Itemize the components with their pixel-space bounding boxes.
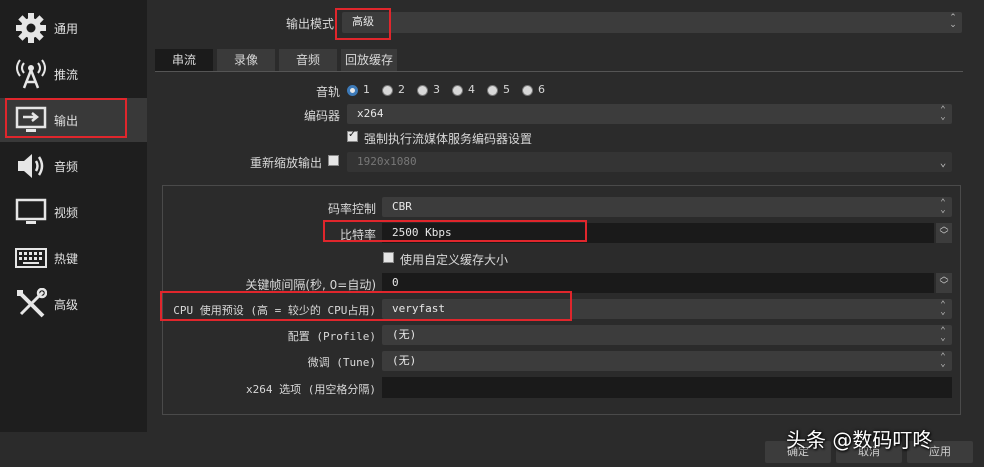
tab-recording[interactable]: 录像 (217, 49, 275, 71)
audio-track-label: 音轨 (315, 85, 340, 99)
sidebar-item-label: 视频 (54, 205, 79, 220)
rescale-checkbox[interactable] (328, 155, 339, 166)
enforce-streaming-label: 强制执行流媒体服务编码器设置 (364, 132, 533, 146)
radio-label: 5 (503, 83, 510, 96)
sidebar-item-video[interactable]: 视频 (0, 190, 147, 234)
keyboard-icon (14, 241, 48, 275)
profile-label: 配置 (Profile) (287, 330, 376, 343)
rescale-value: 1920x1080 (357, 155, 417, 168)
cpu-preset-label: CPU 使用预设 (高 = 较少的 CPU占用) (173, 304, 376, 317)
broadcast-antenna-icon (14, 57, 48, 91)
x264-options-label: x264 选项 (用空格分隔) (246, 383, 376, 396)
sidebar-item-label: 热键 (54, 251, 79, 266)
output-monitor-icon (14, 103, 48, 137)
tools-icon (14, 287, 48, 321)
bitrate-label: 比特率 (339, 228, 376, 242)
spin-down-icon: ﹀ (939, 231, 949, 241)
encoder-value: x264 (357, 107, 384, 120)
radio-track-5[interactable] (487, 85, 498, 96)
radio-label: 2 (398, 83, 405, 96)
output-mode-value: 高级 (352, 15, 374, 28)
output-mode-label: 输出模式 (285, 17, 334, 31)
enforce-streaming-checkbox[interactable] (347, 129, 358, 142)
updown-chevron-icon: ⌃ ⌄ (949, 13, 957, 30)
tune-select[interactable]: (无) ⌃ ⌄ (382, 351, 952, 371)
speaker-icon (14, 149, 48, 183)
rescale-label: 重新缩放输出 (249, 156, 322, 170)
encoder-select[interactable]: x264 ⌃ ⌄ (347, 104, 952, 124)
updown-chevron-icon: ⌃ ⌄ (940, 352, 946, 369)
updown-chevron-icon: ⌃ ⌄ (940, 300, 946, 317)
keyframe-interval-spinbox[interactable]: 0 (382, 273, 934, 293)
tune-value: (无) (392, 354, 417, 367)
custom-buffer-checkbox[interactable] (383, 252, 394, 263)
sidebar-item-output[interactable]: 输出 (0, 98, 147, 142)
sidebar-item-general[interactable]: 通用 (0, 6, 147, 50)
x264-options-input[interactable] (382, 377, 952, 398)
watermark: 头条 @数码叮咚 (786, 428, 933, 452)
radio-label: 3 (433, 83, 440, 96)
custom-buffer-label: 使用自定义缓存大小 (400, 253, 509, 267)
updown-chevron-icon: ⌃ ⌄ (940, 198, 946, 215)
tab-stream[interactable]: 串流 (155, 49, 213, 71)
bitrate-value: 2500 Kbps (392, 226, 452, 239)
spin-down-icon: ﹀ (939, 281, 949, 291)
sidebar-item-label: 高级 (54, 297, 79, 312)
keyframe-value: 0 (392, 276, 399, 289)
profile-select[interactable]: (无) ⌃ ⌄ (382, 325, 952, 345)
keyframe-interval-label: 关键帧间隔(秒, 0=自动) (245, 278, 376, 292)
output-mode-select[interactable]: 高级 ⌃ ⌄ (342, 12, 962, 33)
radio-label: 6 (538, 83, 545, 96)
radio-track-4[interactable] (452, 85, 463, 96)
bitrate-spinbox[interactable]: 2500 Kbps (382, 223, 934, 243)
radio-track-1[interactable] (347, 85, 358, 96)
rate-control-value: CBR (392, 200, 412, 213)
rescale-resolution-select[interactable]: 1920x1080 ⌄ (347, 152, 952, 172)
cpu-preset-value: veryfast (392, 302, 445, 315)
profile-value: (无) (392, 328, 417, 341)
rate-control-label: 码率控制 (327, 202, 376, 216)
sidebar-item-audio[interactable]: 音频 (0, 144, 147, 188)
gear-icon (14, 11, 48, 45)
radio-track-2[interactable] (382, 85, 393, 96)
keyframe-spin-buttons[interactable]: ︿ ﹀ (936, 273, 952, 293)
tune-label: 微调 (Tune) (307, 356, 376, 369)
rate-control-select[interactable]: CBR ⌃ ⌄ (382, 197, 952, 217)
sidebar-item-advanced[interactable]: 高级 (0, 282, 147, 326)
chevron-down-icon: ⌄ (939, 155, 947, 169)
updown-chevron-icon: ⌃ ⌄ (940, 105, 946, 122)
radio-track-6[interactable] (522, 85, 533, 96)
sidebar-item-hotkeys[interactable]: 热键 (0, 236, 147, 280)
tab-divider (155, 71, 963, 72)
bitrate-spin-buttons[interactable]: ︿ ﹀ (936, 223, 952, 243)
sidebar-item-label: 音频 (54, 159, 79, 174)
radio-label: 1 (363, 83, 370, 96)
sidebar-item-label: 通用 (54, 21, 79, 36)
radio-track-3[interactable] (417, 85, 428, 96)
encoder-label: 编码器 (303, 109, 340, 123)
radio-label: 4 (468, 83, 475, 96)
sidebar-item-stream[interactable]: 推流 (0, 52, 147, 96)
cpu-preset-select[interactable]: veryfast ⌃ ⌄ (382, 299, 952, 319)
settings-sidebar: 通用 推流 输出 音频 视频 热键 高级 (0, 0, 147, 432)
sidebar-item-label: 输出 (54, 113, 79, 128)
sidebar-item-label: 推流 (54, 67, 79, 82)
tab-replay-buffer[interactable]: 回放缓存 (341, 49, 397, 71)
updown-chevron-icon: ⌃ ⌄ (940, 326, 946, 343)
monitor-icon (14, 195, 48, 229)
tab-audio[interactable]: 音频 (279, 49, 337, 71)
